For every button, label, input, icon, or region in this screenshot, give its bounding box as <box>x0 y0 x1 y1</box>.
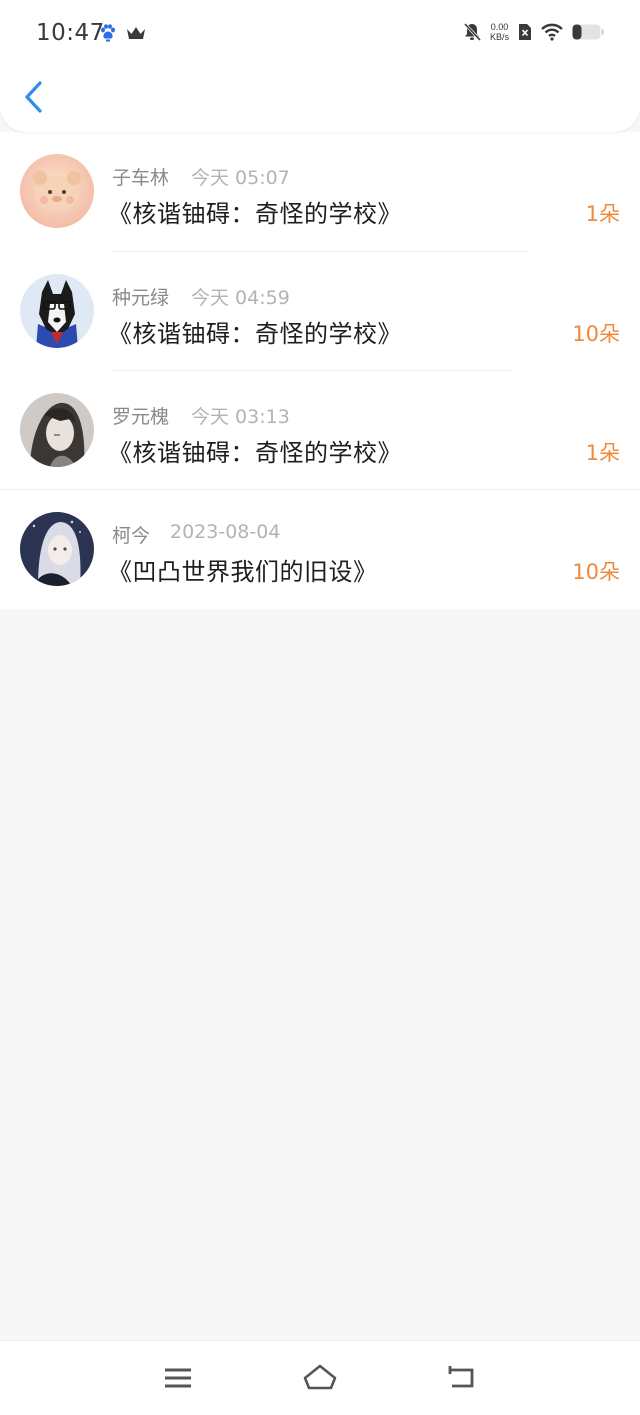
chevron-left-icon <box>25 81 42 113</box>
reward-amount: 1朵 <box>585 441 620 465</box>
book-title: 《凹凸世界我们的旧设》 <box>108 558 378 586</box>
reward-list: 子车林 今天 05:07 《核谐铀碍：奇怪的学校》 1朵 种元绿 今天 04:5… <box>0 132 640 609</box>
avatar <box>20 274 94 348</box>
paw-icon <box>101 24 115 42</box>
back-nav-button[interactable] <box>444 1363 480 1393</box>
home-button[interactable] <box>302 1363 338 1393</box>
avatar <box>20 512 94 586</box>
network-speed: 0.00 KB/s <box>489 22 509 42</box>
status-time: 10:47 <box>36 20 105 46</box>
book-title: 《核谐铀碍：奇怪的学校》 <box>108 200 402 228</box>
avatar <box>20 154 94 228</box>
header: 10:47 0.00 KB/s <box>0 0 640 132</box>
donor-name: 种元绿 <box>112 287 170 309</box>
battery-icon <box>572 24 604 40</box>
reward-amount: 10朵 <box>572 322 620 346</box>
donor-name: 罗元槐 <box>112 406 170 428</box>
list-item[interactable]: 种元绿 今天 04:59 《核谐铀碍：奇怪的学校》 10朵 <box>0 252 640 371</box>
page: 10:47 0.00 KB/s 子车林 今天 05:07 《核谐铀碍：奇怪的学校… <box>0 0 640 1415</box>
list-item[interactable]: 子车林 今天 05:07 《核谐铀碍：奇怪的学校》 1朵 <box>0 132 640 252</box>
sim-off-icon <box>519 24 531 40</box>
home-icon <box>303 1364 337 1390</box>
reward-amount: 10朵 <box>572 560 620 584</box>
list-item[interactable]: 柯今 2023-08-04 《凹凸世界我们的旧设》 10朵 <box>0 490 640 609</box>
donor-name: 柯今 <box>112 525 151 547</box>
back-button[interactable] <box>22 80 50 114</box>
wifi-icon <box>541 23 563 41</box>
book-title: 《核谐铀碍：奇怪的学校》 <box>108 439 402 467</box>
reward-time: 今天 05:07 <box>191 167 290 189</box>
crown-icon <box>127 27 145 39</box>
list-item[interactable]: 罗元槐 今天 03:13 《核谐铀碍：奇怪的学校》 1朵 <box>0 371 640 490</box>
reward-time: 今天 03:13 <box>191 406 290 428</box>
avatar <box>20 393 94 467</box>
bell-off-icon <box>463 22 481 42</box>
back-icon <box>448 1366 474 1388</box>
reward-amount: 1朵 <box>585 202 620 226</box>
reward-time: 2023-08-04 <box>170 521 281 543</box>
menu-button[interactable] <box>160 1363 196 1393</box>
menu-icon <box>165 1368 191 1388</box>
reward-time: 今天 04:59 <box>191 287 290 309</box>
donor-name: 子车林 <box>112 167 170 189</box>
book-title: 《核谐铀碍：奇怪的学校》 <box>108 320 402 348</box>
system-nav-bar <box>0 1340 640 1415</box>
